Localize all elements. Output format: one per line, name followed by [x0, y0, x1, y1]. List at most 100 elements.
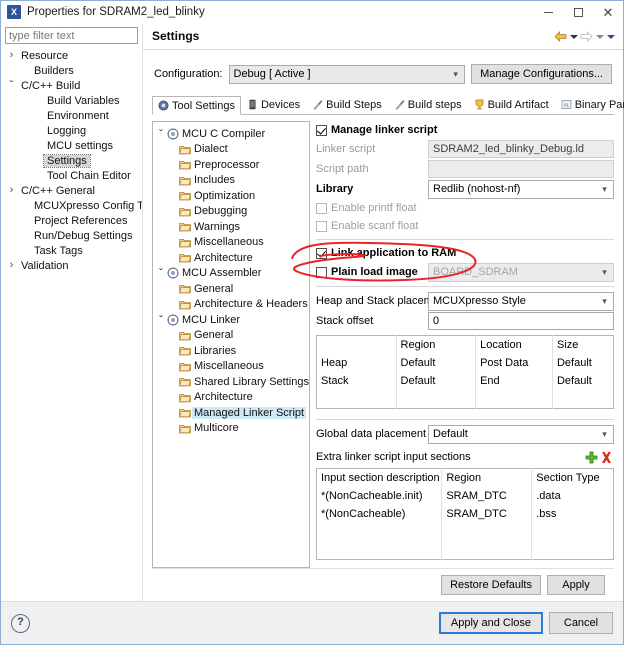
tool-tree-item-managed-linker-script[interactable]: Managed Linker Script — [155, 405, 307, 421]
tool-tree-item-shared-library-settings[interactable]: Shared Library Settings — [155, 374, 309, 390]
tool-tree-item-mcu-linker[interactable]: ˇ MCU Linker — [155, 312, 307, 328]
chevron-right-icon[interactable]: › — [5, 48, 18, 63]
table-row[interactable] — [316, 523, 614, 541]
tool-tree-item-warnings[interactable]: Warnings — [155, 219, 307, 235]
sidebar-item-builders[interactable]: Builders — [5, 63, 140, 78]
forward-arrow-icon[interactable] — [580, 30, 593, 42]
minimize-icon[interactable] — [533, 1, 563, 23]
filter-input[interactable]: type filter text — [5, 27, 138, 44]
chevron-down-icon[interactable]: ˇ — [155, 266, 167, 280]
stack-offset-input[interactable]: 0 — [428, 312, 614, 330]
settings-pane: Settings Configuration: Debug [Active]… — [142, 23, 624, 601]
sidebar-item-logging[interactable]: Logging — [5, 123, 140, 138]
tool-tree-item-label: Preprocessor — [194, 158, 260, 171]
tab-binary-parsers[interactable]: 01 Binary Parsers — [555, 95, 624, 114]
sidebar-item-tool-chain-editor[interactable]: Tool Chain Editor — [5, 168, 140, 183]
table-row[interactable]: *(NonCacheable) SRAM_DTC .bss — [316, 505, 614, 523]
tab-build-steps[interactable]: Build steps — [388, 95, 468, 114]
chevron-down-icon[interactable]: ˇ — [155, 313, 167, 327]
tab-build-artifact[interactable]: Build Artifact — [468, 95, 555, 114]
restore-defaults-button[interactable]: Restore Defaults — [441, 575, 541, 595]
enable-printf-float-row[interactable]: Enable printf float — [316, 199, 614, 217]
tool-tree-item-dialect[interactable]: Dialect — [155, 142, 307, 158]
tab-tool-settings[interactable]: Tool Settings — [152, 96, 241, 115]
chevron-down-icon[interactable]: ˇ — [5, 78, 18, 93]
table-row[interactable]: Heap Default Post Data Default — [316, 354, 614, 372]
tool-tree-item-preprocessor[interactable]: Preprocessor — [155, 157, 307, 173]
tool-tree-item-optimization[interactable]: Optimization — [155, 188, 307, 204]
sidebar-item-project-references[interactable]: Project References — [5, 213, 140, 228]
tool-tree-item-label: Warnings — [194, 220, 241, 233]
forward-history-caret-icon[interactable] — [595, 32, 604, 41]
apply-and-close-button[interactable]: Apply and Close — [438, 612, 543, 634]
back-history-caret-icon[interactable] — [569, 32, 578, 41]
tab-build-steps[interactable]: Build Steps — [306, 95, 388, 114]
close-icon[interactable]: ✕ — [593, 1, 623, 23]
sidebar-item-build-variables[interactable]: Build Variables — [5, 93, 140, 108]
tab-devices[interactable]: Devices — [241, 95, 306, 114]
manage-configurations-button[interactable]: Manage Configurations... — [471, 64, 612, 84]
sidebar-item-resource[interactable]: › Resource — [5, 48, 140, 63]
build-steps-icon — [394, 99, 405, 110]
tool-tree-item-mcu-c-compiler[interactable]: ˇ MCU C Compiler — [155, 126, 307, 142]
tool-tree-item-general[interactable]: General — [155, 328, 307, 344]
chevron-right-icon[interactable]: › — [5, 258, 18, 273]
chevron-down-icon[interactable]: ˇ — [155, 127, 167, 141]
tool-tree-item-includes[interactable]: Includes — [155, 173, 307, 189]
table-row[interactable]: *(NonCacheable.init) SRAM_DTC .data — [316, 487, 614, 505]
manage-linker-script-checkbox[interactable] — [316, 124, 327, 136]
plain-load-image-checkbox[interactable] — [316, 266, 327, 278]
tool-tree-item-general[interactable]: General — [155, 281, 307, 297]
column-header: Section Type — [536, 472, 600, 484]
sidebar-item-c-c-general[interactable]: › C/C++ General — [5, 183, 140, 198]
link-application-to-ram-row[interactable]: Link application to RAM — [316, 244, 614, 262]
plain-load-image-combo[interactable]: BOARD_SDRAM ▾ — [428, 262, 614, 282]
sidebar-item-task-tags[interactable]: Task Tags — [5, 243, 140, 258]
heap-stack-placement-combo[interactable]: MCUXpresso Style ▾ — [428, 291, 614, 311]
global-data-placement-combo[interactable]: Default ▾ — [428, 424, 614, 444]
linker-script-input[interactable]: SDRAM2_led_blinky_Debug.ld — [428, 140, 614, 158]
sidebar-item-validation[interactable]: › Validation — [5, 258, 140, 273]
configuration-combo[interactable]: Debug [ Active ] ▾ — [228, 64, 466, 84]
enable-scanf-float-checkbox[interactable] — [316, 220, 327, 232]
apply-button[interactable]: Apply — [547, 575, 605, 595]
help-icon[interactable]: ? — [11, 613, 30, 633]
global-data-placement-label: Global data placement — [316, 428, 427, 440]
pane-footer: Restore Defaults Apply — [152, 568, 614, 601]
link-application-to-ram-checkbox[interactable] — [316, 247, 327, 259]
enable-scanf-float-row[interactable]: Enable scanf float — [316, 217, 614, 235]
tool-tree-item-debugging[interactable]: Debugging — [155, 204, 307, 220]
back-arrow-icon[interactable] — [554, 30, 567, 42]
tool-tree-item-miscellaneous[interactable]: Miscellaneous — [155, 359, 307, 375]
maximize-icon[interactable] — [563, 1, 593, 23]
tool-tree-item-libraries[interactable]: Libraries — [155, 343, 307, 359]
folder-icon — [179, 423, 192, 434]
sidebar-item-settings[interactable]: Settings — [5, 153, 140, 168]
library-combo[interactable]: Redlib (nohost-nf) ▾ — [428, 179, 614, 199]
cancel-button[interactable]: Cancel — [549, 612, 613, 634]
manage-linker-script-row[interactable]: Manage linker script — [316, 121, 614, 139]
tool-tree-item-architecture[interactable]: Architecture — [155, 250, 307, 266]
chevron-right-icon[interactable]: › — [5, 183, 18, 198]
tool-tree-item-miscellaneous[interactable]: Miscellaneous — [155, 235, 307, 251]
delete-icon[interactable] — [599, 450, 614, 465]
enable-printf-float-checkbox[interactable] — [316, 202, 327, 214]
table-row[interactable]: Stack Default End Default — [316, 372, 614, 390]
sidebar-item-run-debug-settings[interactable]: Run/Debug Settings — [5, 228, 140, 243]
sidebar-item-mcuxpresso-config-tools[interactable]: MCUXpresso Config Tools — [5, 198, 163, 213]
sidebar-item-mcu-settings[interactable]: MCU settings — [5, 138, 140, 153]
tool-tree-item-architecture[interactable]: Architecture — [155, 390, 307, 406]
table-row[interactable] — [316, 541, 614, 560]
script-path-input[interactable] — [428, 160, 614, 178]
view-menu-icon[interactable] — [606, 32, 615, 41]
table-cell — [316, 523, 443, 541]
tool-tree-item-multicore[interactable]: Multicore — [155, 421, 307, 437]
table-row[interactable] — [316, 390, 614, 409]
configuration-value: Debug [ Active ] — [233, 68, 311, 80]
table-cell — [532, 523, 614, 541]
tool-tree-item-architecture-headers[interactable]: Architecture & Headers — [155, 297, 308, 313]
add-icon[interactable] — [584, 450, 599, 465]
tool-tree-item-mcu-assembler[interactable]: ˇ MCU Assembler — [155, 266, 307, 282]
sidebar-item-environment[interactable]: Environment — [5, 108, 140, 123]
sidebar-item-c-c-build[interactable]: ˇ C/C++ Build — [5, 78, 140, 93]
